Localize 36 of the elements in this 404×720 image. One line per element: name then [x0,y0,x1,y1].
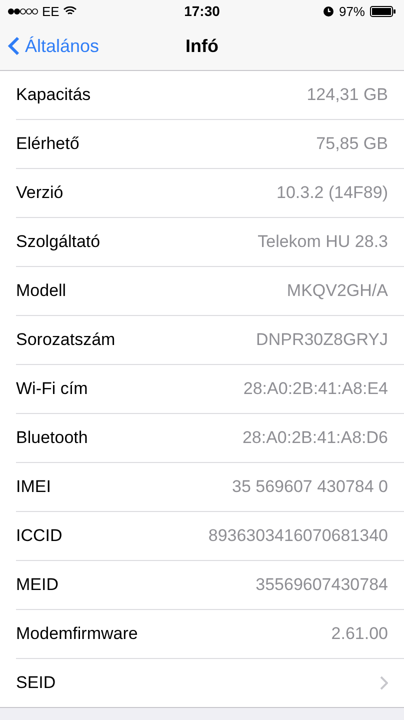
row-label: Wi-Fi cím [16,379,88,399]
alarm-clock-icon [322,6,334,16]
row-value: 8936303416070681340 [208,526,388,546]
wifi-icon [63,6,78,16]
row-label: IMEI [16,477,51,497]
row-value: 75,85 GB [316,134,388,154]
nav-title: Infó [186,36,218,56]
row-label: Modell [16,281,66,301]
row-value: 28:A0:2B:41:A8:D6 [242,428,388,448]
row-value: 28:A0:2B:41:A8:E4 [243,379,388,399]
row-label: Elérhető [16,134,80,154]
chevron-icon[interactable] [380,676,388,690]
signal-icon [8,8,38,14]
row-label: ICCID [16,526,62,546]
row-label: MEID [16,575,58,595]
status-time: 17:30 [184,3,220,19]
row-value: Telekom HU 28.3 [258,232,388,252]
row-value: MKQV2GH/A [286,281,388,301]
row-value: 35569607430784 [256,575,388,595]
back-chevron-icon [8,36,20,56]
row-label: Szolgáltató [16,232,100,252]
row-value: 124,31 GB [306,85,388,105]
carrier-name: EE [42,4,60,18]
back-button[interactable]: Általános [8,36,186,56]
battery-percent: 97% [338,4,365,18]
row-label: Modemfirmware [16,624,138,644]
row-value: 35 569607 430784 0 [232,477,388,497]
row-value: DNPR30Z8GRYJ [256,330,388,350]
battery-icon [370,6,396,16]
row-label: Sorozatszám [16,330,116,350]
row-label: Verzió [16,183,64,203]
row-value: 2.61.00 [331,624,388,644]
row-label: Kapacitás [16,85,91,105]
row-label: Bluetooth [16,428,88,448]
row-label: SEID [16,673,56,693]
row-value: 10.3.2 (14F89) [276,183,388,203]
